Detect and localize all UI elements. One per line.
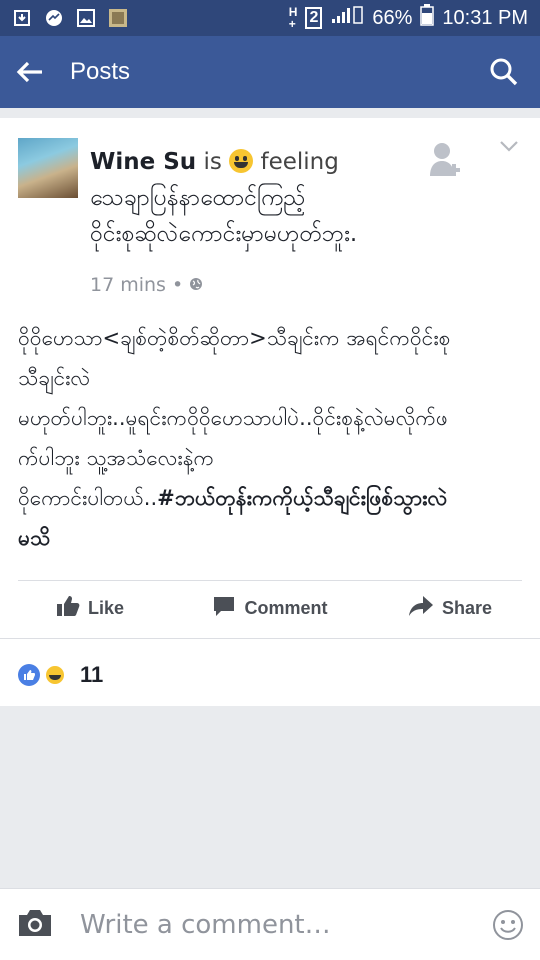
- divider: [0, 638, 540, 639]
- share-button[interactable]: Share: [360, 595, 540, 622]
- add-friend-icon[interactable]: [428, 140, 464, 180]
- sim-slot-label: 2: [305, 7, 323, 29]
- post-body: ဝိုဝိုဟေသာ<ချစ်တဲ့စိတ်ဆိုတာ>သီချင်းက အရင…: [18, 318, 528, 558]
- feeling-text: feeling: [260, 149, 339, 175]
- thumbs-up-icon: [56, 595, 80, 622]
- search-icon[interactable]: [484, 52, 524, 92]
- happy-emoji-icon: [229, 149, 254, 173]
- chevron-down-icon[interactable]: [498, 138, 520, 154]
- post-actions: Like Comment Share: [0, 580, 540, 636]
- author-name[interactable]: Wine Su: [90, 149, 196, 175]
- haha-reaction-icon: [44, 664, 66, 686]
- like-reaction-icon: [18, 664, 40, 686]
- meta-separator: •: [171, 274, 184, 296]
- reaction-count: 11: [80, 662, 104, 687]
- status-bar: H + 2 66% 10:31 PM: [0, 0, 540, 36]
- comment-bar: [0, 888, 540, 960]
- gallery-icon: [76, 8, 96, 28]
- post-body-line: မဟုတ်ပါဘူး..မူရင်းကဝိုဝိုဟေသာပါပဲ..ဝိုင်…: [18, 406, 448, 430]
- battery-icon: [420, 4, 435, 32]
- system-indicators: H + 2 66% 10:31 PM: [289, 4, 528, 32]
- back-arrow-icon[interactable]: [16, 60, 44, 84]
- post-body-line: သီချင်းလဲ: [18, 366, 91, 390]
- messenger-icon: [44, 8, 64, 28]
- like-label: Like: [87, 597, 125, 618]
- globe-icon: [189, 274, 203, 296]
- timestamp[interactable]: 17 mins: [90, 274, 166, 296]
- page-title: Posts: [70, 58, 131, 85]
- comment-button[interactable]: Comment: [180, 595, 360, 622]
- feeling-detail-line1: သေချာပြန်နာထောင်ကြည့်: [90, 185, 306, 211]
- signal-icon: [330, 5, 364, 31]
- camera-icon[interactable]: [16, 908, 54, 942]
- comment-bubble-icon: [212, 595, 236, 622]
- hashtag-link-continued[interactable]: မသိ: [18, 518, 528, 558]
- clock: 10:31 PM: [442, 6, 528, 29]
- comment-label: Comment: [244, 597, 328, 618]
- feeling-detail-line2: ဝိုင်းစုဆိုလဲကောင်းမှာမဟုတ်ဘူး.: [90, 221, 358, 247]
- comment-input[interactable]: [80, 909, 460, 940]
- notification-icons: [12, 8, 128, 28]
- post-body-line: က်ပါဘူး သူ့အသံလေးနဲ့က: [18, 446, 215, 470]
- post-card: Wine Su is feeling သေချာပြန်နာထောင်ကြည့်…: [0, 118, 540, 706]
- app-bar: Posts: [0, 36, 540, 108]
- hashtag-link[interactable]: #ဘယ်တုန်းကကိုယ့်သီချင်းဖြစ်သွားလဲ: [157, 486, 447, 510]
- post-body-line: ဝိုကောင်းပါတယ်..#ဘယ်တုန်းကကိုယ့်သီချင်းဖ…: [18, 478, 528, 518]
- share-arrow-icon: [408, 595, 434, 622]
- hplus-icon: H +: [288, 5, 298, 31]
- reactions-summary[interactable]: 11: [18, 662, 103, 688]
- app-notification-icon: [108, 8, 128, 28]
- download-notification-icon: [12, 8, 32, 28]
- post-body-text: ဝိုကောင်းပါတယ်..: [18, 486, 158, 510]
- is-text: is: [203, 149, 222, 175]
- post-header: Wine Su is feeling သေချာပြန်နာထောင်ကြည့်…: [90, 144, 420, 252]
- battery-percent: 66%: [372, 6, 413, 29]
- like-button[interactable]: Like: [0, 595, 180, 622]
- post-meta: 17 mins •: [90, 274, 203, 296]
- post-body-line: ဝိုဝိုဟေသာ<ချစ်တဲ့စိတ်ဆိုတာ>သီချင်းက အရင…: [18, 326, 451, 350]
- emoji-picker-icon[interactable]: [492, 909, 524, 941]
- share-label: Share: [441, 597, 493, 618]
- avatar[interactable]: [18, 138, 78, 198]
